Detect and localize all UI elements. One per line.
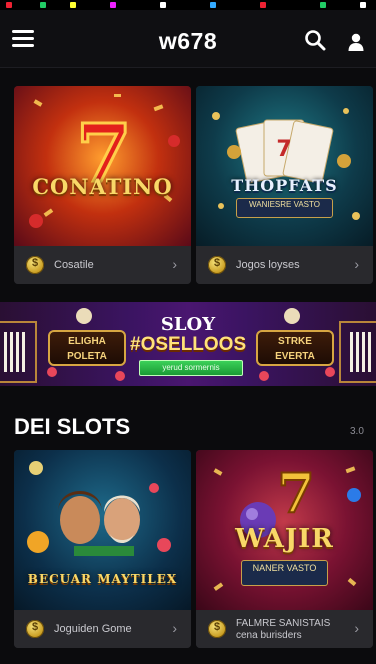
status-indicator <box>40 2 46 8</box>
status-indicator <box>360 2 366 8</box>
chevron-right-icon: › <box>354 256 359 272</box>
card-footer: Jogos loyses › <box>196 246 373 284</box>
game-card[interactable]: BECUAR MAYTILEX Joguiden Gome › <box>14 450 191 648</box>
banner-right-sign: STRKE EVERTA <box>256 330 334 366</box>
banner-title-top: SLOY <box>160 314 216 335</box>
card-label: Cosatile <box>54 259 94 271</box>
banner-left-sign: ELIGHA POLETA <box>48 330 126 366</box>
svg-text:7: 7 <box>276 137 291 162</box>
game-art-title: CONATINO <box>32 174 173 199</box>
game-art-subtitle: WANIESRE VASTO <box>236 198 333 218</box>
game-artwork: 7 WAJIR NANER VASTO <box>196 450 373 610</box>
game-artwork: 7 THOPFATS WANIESRE VASTO <box>196 86 373 246</box>
banner-cta-button[interactable]: yerud sormernis <box>139 360 243 376</box>
coin-icon <box>26 256 44 274</box>
card-footer: Joguiden Gome › <box>14 610 191 648</box>
card-label: FALMRE SANISTAIS cena burisders <box>236 618 331 641</box>
card-label: Joguiden Gome <box>54 623 132 635</box>
game-card[interactable]: 7 WAJIR NANER VASTO FALMRE SANISTAIS cen… <box>196 450 373 648</box>
user-icon[interactable] <box>347 32 365 52</box>
card-label: Jogos loyses <box>236 259 300 271</box>
status-bar <box>0 0 376 10</box>
status-indicator <box>320 2 326 8</box>
game-card[interactable]: 7 CONATINO Cosatile › <box>14 86 191 284</box>
status-indicator <box>210 2 216 8</box>
chevron-right-icon: › <box>354 620 359 636</box>
game-art-title: WAJIR <box>235 524 334 554</box>
card-footer: Cosatile › <box>14 246 191 284</box>
status-indicator <box>260 2 266 8</box>
game-artwork: 7 CONATINO <box>14 86 191 246</box>
promo-banner[interactable]: ELIGHA POLETA SLOY #OSELLOOS yerud sorme… <box>0 302 376 386</box>
status-indicator <box>6 2 12 8</box>
chevron-right-icon: › <box>172 620 177 636</box>
chevron-right-icon: › <box>172 256 177 272</box>
section-title: DEI SLOTS <box>14 414 131 439</box>
card-footer: FALMRE SANISTAIS cena burisders › <box>196 610 373 648</box>
game-art-title: BECUAR MAYTILEX <box>27 572 178 586</box>
status-indicator <box>160 2 166 8</box>
svg-text:7: 7 <box>277 461 315 525</box>
banner-title-main: #OSELLOOS <box>130 334 247 355</box>
search-icon[interactable] <box>304 29 326 51</box>
section-count[interactable]: 3.0 <box>350 426 364 437</box>
game-card[interactable]: 7 THOPFATS WANIESRE VASTO Jogos loyses › <box>196 86 373 284</box>
status-indicator <box>70 2 76 8</box>
status-indicator <box>110 2 116 8</box>
coin-icon <box>208 256 226 274</box>
coin-icon <box>208 620 226 638</box>
game-art-title: THOPFATS <box>231 176 338 195</box>
app-header: w678 <box>0 10 376 68</box>
coin-icon <box>26 620 44 638</box>
game-art-subtitle: NANER VASTO <box>241 560 328 586</box>
game-artwork: BECUAR MAYTILEX <box>14 450 191 610</box>
